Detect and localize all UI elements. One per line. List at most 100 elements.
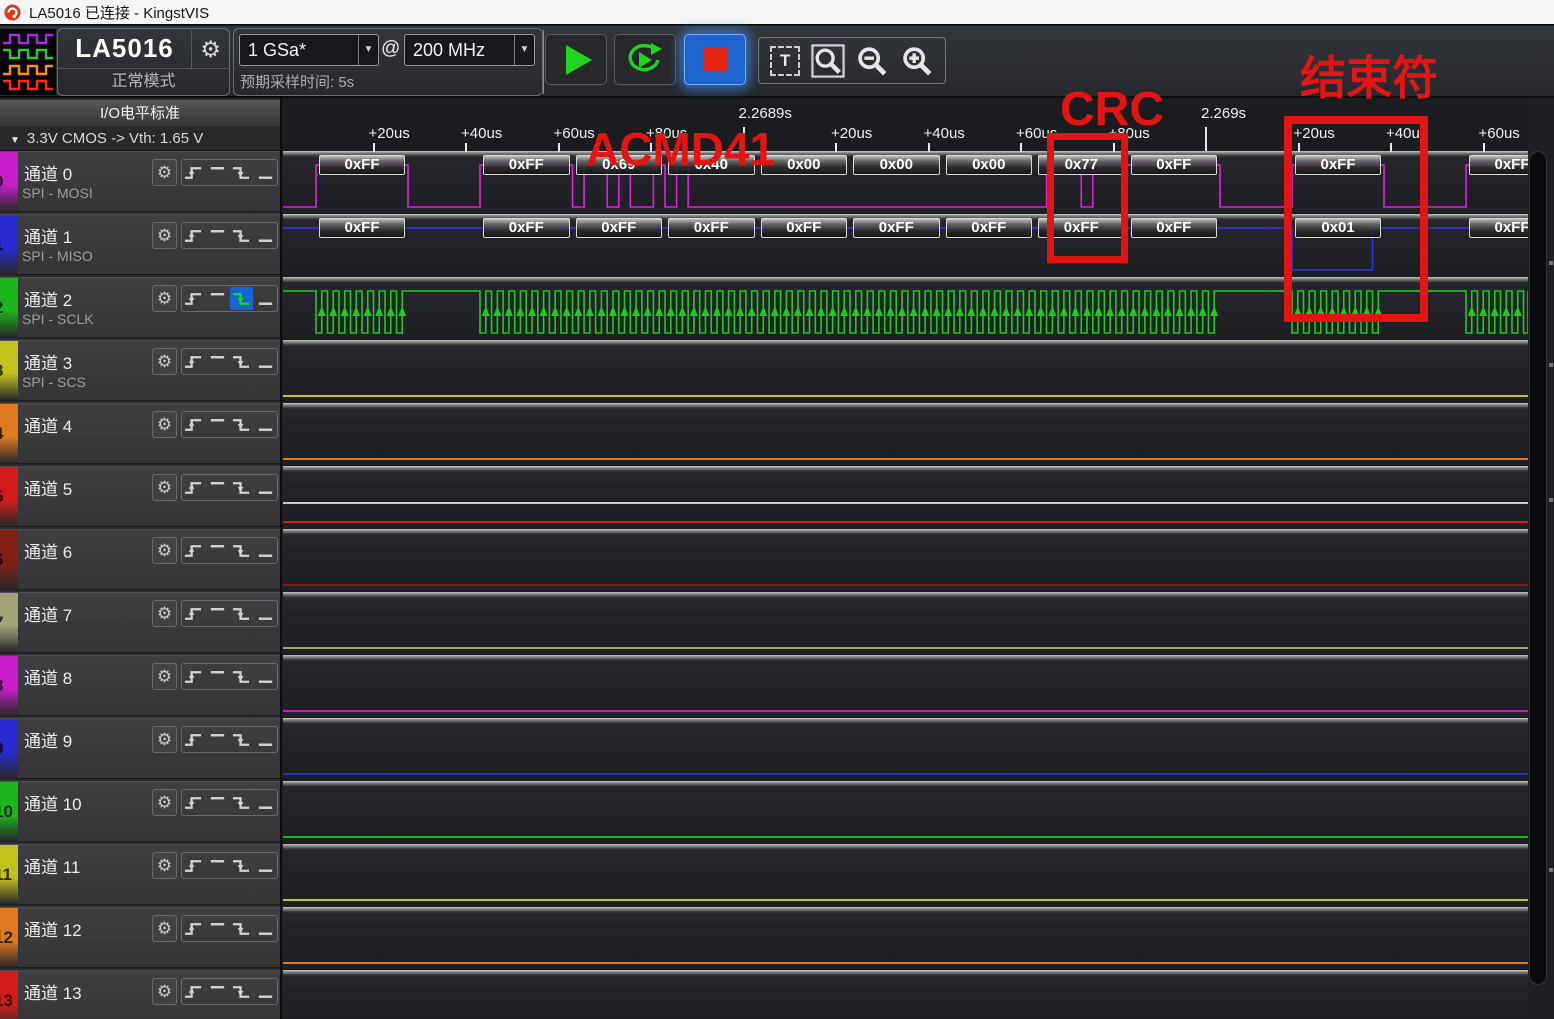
trigger-falling-button[interactable] xyxy=(230,980,253,1003)
channel-gear-icon[interactable]: ⚙ xyxy=(152,726,177,753)
start-capture-button[interactable] xyxy=(545,34,607,85)
trigger-rising-button[interactable] xyxy=(183,791,206,814)
miso-byte-frame[interactable]: 0xFF xyxy=(483,218,570,238)
channel-gear-icon[interactable]: ⚙ xyxy=(152,600,177,627)
zoom-in-button[interactable] xyxy=(900,44,934,78)
miso-byte-frame[interactable]: 0xFF xyxy=(1038,218,1125,238)
miso-byte-frame[interactable]: 0xFF xyxy=(319,218,405,238)
trigger-rising-button[interactable] xyxy=(183,287,206,310)
trigger-low-button[interactable] xyxy=(254,728,277,751)
trigger-falling-button[interactable] xyxy=(230,161,253,184)
miso-byte-frame[interactable]: 0xFF xyxy=(853,218,940,238)
trigger-low-button[interactable] xyxy=(254,602,277,625)
trigger-falling-button[interactable] xyxy=(230,413,253,436)
channel-row-8[interactable]: 8通道 8⚙ xyxy=(0,655,280,716)
channel-row-7[interactable]: 7通道 7⚙ xyxy=(0,592,280,653)
mosi-byte-frame[interactable]: 0xFF xyxy=(1295,155,1381,175)
trigger-falling-button[interactable] xyxy=(230,854,253,877)
trigger-high-button[interactable] xyxy=(206,350,229,373)
mosi-byte-frame[interactable]: 0x00 xyxy=(946,155,1033,175)
trigger-low-button[interactable] xyxy=(254,665,277,688)
trigger-falling-button[interactable] xyxy=(230,728,253,751)
trigger-falling-button[interactable] xyxy=(230,539,253,562)
trigger-low-button[interactable] xyxy=(254,287,277,310)
trigger-falling-button[interactable] xyxy=(230,476,253,499)
mosi-byte-frame[interactable]: 0x40 xyxy=(668,155,755,175)
channel-row-11[interactable]: 11通道 11⚙ xyxy=(0,844,280,905)
channel-row-6[interactable]: 6通道 6⚙ xyxy=(0,529,280,590)
trigger-low-button[interactable] xyxy=(254,917,277,940)
chevron-down-icon[interactable]: ▼ xyxy=(514,35,534,65)
channel-gear-icon[interactable]: ⚙ xyxy=(152,222,177,249)
channel-row-5[interactable]: 5通道 5⚙ xyxy=(0,466,280,527)
trigger-rising-button[interactable] xyxy=(183,539,206,562)
channel-gear-icon[interactable]: ⚙ xyxy=(152,411,177,438)
zoom-out-button[interactable] xyxy=(855,44,889,78)
trigger-high-button[interactable] xyxy=(206,728,229,751)
trigger-high-button[interactable] xyxy=(206,161,229,184)
trigger-falling-button[interactable] xyxy=(230,917,253,940)
mosi-byte-frame[interactable]: 0xFF xyxy=(1131,155,1218,175)
sample-clock-dropdown[interactable]: 200 MHz ▼ xyxy=(404,34,535,66)
trigger-high-button[interactable] xyxy=(206,224,229,247)
trigger-rising-button[interactable] xyxy=(183,413,206,436)
trigger-falling-button[interactable] xyxy=(230,287,253,310)
trigger-rising-button[interactable] xyxy=(183,161,206,184)
trigger-high-button[interactable] xyxy=(206,791,229,814)
trigger-low-button[interactable] xyxy=(254,539,277,562)
trigger-falling-button[interactable] xyxy=(230,224,253,247)
channel-row-10[interactable]: 10通道 10⚙ xyxy=(0,781,280,842)
vertical-scrollbar[interactable] xyxy=(1528,98,1554,1019)
trigger-rising-button[interactable] xyxy=(183,224,206,247)
trigger-high-button[interactable] xyxy=(206,980,229,1003)
channel-row-13[interactable]: 13通道 13⚙ xyxy=(0,970,280,1019)
trigger-rising-button[interactable] xyxy=(183,917,206,940)
channel-gear-icon[interactable]: ⚙ xyxy=(152,159,177,186)
miso-byte-frame[interactable]: 0xFF xyxy=(668,218,755,238)
mosi-byte-frame[interactable]: 0x77 xyxy=(1038,155,1125,175)
trigger-falling-button[interactable] xyxy=(230,602,253,625)
trigger-high-button[interactable] xyxy=(206,476,229,499)
text-select-tool-button[interactable]: T xyxy=(770,46,800,76)
channel-gear-icon[interactable]: ⚙ xyxy=(152,915,177,942)
trigger-rising-button[interactable] xyxy=(183,854,206,877)
voltage-threshold-row[interactable]: ▼3.3V CMOS -> Vth: 1.65 V xyxy=(0,127,280,151)
stop-capture-button[interactable] xyxy=(684,34,746,85)
channel-gear-icon[interactable]: ⚙ xyxy=(152,474,177,501)
trigger-high-button[interactable] xyxy=(206,854,229,877)
channel-row-3[interactable]: 3通道 3SPI - SCS⚙ xyxy=(0,340,280,401)
trigger-high-button[interactable] xyxy=(206,413,229,436)
channel-row-4[interactable]: 4通道 4⚙ xyxy=(0,403,280,464)
mosi-byte-frame[interactable]: 0x00 xyxy=(853,155,940,175)
channel-gear-icon[interactable]: ⚙ xyxy=(152,663,177,690)
channel-gear-icon[interactable]: ⚙ xyxy=(152,348,177,375)
channel-row-1[interactable]: 1通道 1SPI - MISO⚙ xyxy=(0,214,280,275)
zoom-region-button[interactable] xyxy=(811,44,845,78)
trigger-rising-button[interactable] xyxy=(183,665,206,688)
waveform-area[interactable]: 0xFF0xFF0xFF0xFF0x690xFF0x400xFF0x000xFF… xyxy=(282,98,1554,1019)
mosi-byte-frame[interactable]: 0xFF xyxy=(319,155,405,175)
channel-gear-icon[interactable]: ⚙ xyxy=(152,789,177,816)
trigger-low-button[interactable] xyxy=(254,350,277,373)
channel-row-9[interactable]: 9通道 9⚙ xyxy=(0,718,280,779)
mosi-byte-frame[interactable]: 0xFF xyxy=(483,155,570,175)
device-settings-gear-icon[interactable]: ⚙ xyxy=(191,30,229,68)
trigger-high-button[interactable] xyxy=(206,287,229,310)
miso-byte-frame[interactable]: 0x01 xyxy=(1295,218,1381,238)
trigger-low-button[interactable] xyxy=(254,854,277,877)
mosi-byte-frame[interactable]: 0x00 xyxy=(761,155,848,175)
channel-gear-icon[interactable]: ⚙ xyxy=(152,285,177,312)
miso-byte-frame[interactable]: 0xFF xyxy=(1131,218,1218,238)
trigger-rising-button[interactable] xyxy=(183,980,206,1003)
miso-byte-frame[interactable]: 0xFF xyxy=(761,218,848,238)
trigger-falling-button[interactable] xyxy=(230,350,253,373)
chevron-down-icon[interactable]: ▼ xyxy=(358,35,378,65)
channel-row-12[interactable]: 12通道 12⚙ xyxy=(0,907,280,968)
trigger-low-button[interactable] xyxy=(254,476,277,499)
trigger-falling-button[interactable] xyxy=(230,791,253,814)
trigger-rising-button[interactable] xyxy=(183,476,206,499)
trigger-high-button[interactable] xyxy=(206,665,229,688)
trigger-low-button[interactable] xyxy=(254,224,277,247)
trigger-low-button[interactable] xyxy=(254,413,277,436)
trigger-rising-button[interactable] xyxy=(183,602,206,625)
